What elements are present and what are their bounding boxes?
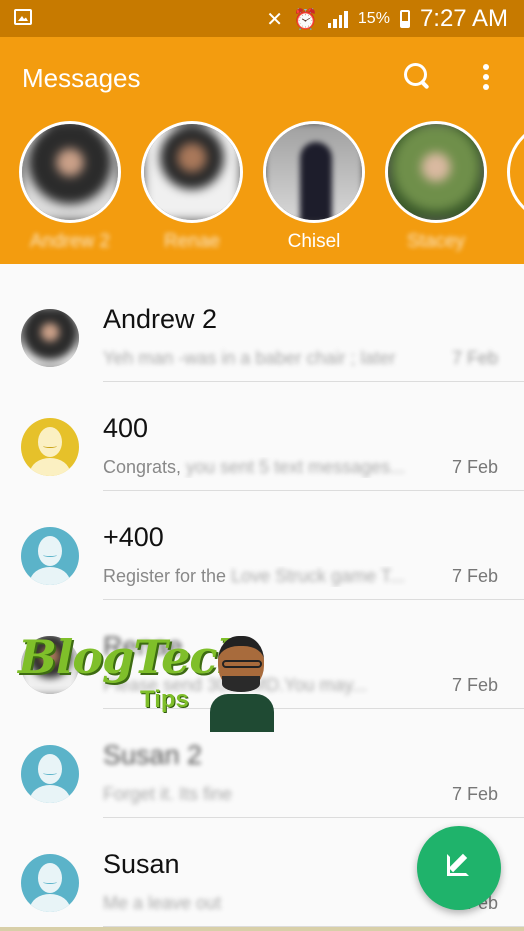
message-snippet: Forget it. Its fine bbox=[103, 784, 233, 804]
divider bbox=[103, 817, 524, 818]
avatar bbox=[21, 745, 79, 803]
divider bbox=[103, 490, 524, 491]
compose-button[interactable] bbox=[417, 826, 501, 910]
avatar bbox=[507, 121, 524, 223]
favorite-contact[interactable]: Chisel bbox=[262, 121, 366, 253]
divider bbox=[103, 599, 524, 600]
message-date: 7 Feb bbox=[451, 675, 498, 695]
more-vert-icon[interactable] bbox=[478, 61, 494, 93]
app-bar: Messages Andrew 2 Renae Chisel Stacey bbox=[0, 37, 524, 264]
contact-name: Susan bbox=[103, 849, 180, 879]
mascot-icon bbox=[208, 632, 276, 732]
avatar bbox=[21, 527, 79, 585]
battery-percent: 15% bbox=[357, 10, 390, 27]
avatar bbox=[21, 418, 79, 476]
contact-name: +400 bbox=[103, 522, 164, 552]
app-title: Messages bbox=[22, 63, 141, 93]
favorite-contact[interactable]: Stacey bbox=[384, 121, 488, 253]
favorite-name: Chisel bbox=[287, 231, 341, 252]
message-date: 7 Feb bbox=[451, 784, 498, 804]
avatar bbox=[263, 121, 365, 223]
message-snippet: Register for the Love Struck game T... bbox=[103, 566, 405, 586]
watermark-tips: Tips bbox=[140, 686, 189, 713]
avatar bbox=[21, 854, 79, 912]
divider bbox=[103, 381, 524, 382]
message-date: 7 Feb bbox=[451, 566, 498, 586]
clock: 7:27 AM bbox=[419, 5, 508, 32]
favorite-name: Andrew 2 bbox=[29, 231, 111, 252]
avatar bbox=[21, 309, 79, 367]
avatar bbox=[19, 121, 121, 223]
message-snippet: Yeh man -was in a baber chair ; later bbox=[103, 348, 396, 368]
contact-name: Andrew 2 bbox=[103, 304, 218, 334]
favorite-contacts: Andrew 2 Renae Chisel Stacey bbox=[0, 121, 524, 261]
list-item[interactable]: Andrew 2 Yeh man -was in a baber chair ;… bbox=[0, 274, 524, 382]
compose-icon bbox=[447, 854, 469, 876]
list-item[interactable]: +400 Register for the Love Struck game T… bbox=[0, 492, 524, 600]
contact-name: 400 bbox=[103, 413, 149, 443]
signal-icon bbox=[327, 10, 348, 28]
message-date: 7 Feb bbox=[451, 348, 498, 368]
message-snippet: Me a leave out bbox=[103, 893, 222, 913]
avatar bbox=[385, 121, 487, 223]
contact-name: Susan 2 bbox=[103, 740, 203, 770]
mute-vibrate-icon: ✕ bbox=[266, 8, 283, 31]
status-icons: ✕ ⏰ 15% 7:27 AM bbox=[266, 5, 508, 33]
favorite-name: Stacey bbox=[406, 231, 466, 252]
bottom-edge bbox=[0, 927, 524, 931]
message-date: 7 Feb bbox=[451, 457, 498, 477]
message-snippet: Congrats, you sent 5 text messages... bbox=[103, 457, 406, 477]
favorite-contact-partial[interactable] bbox=[506, 121, 524, 223]
avatar bbox=[141, 121, 243, 223]
alarm-icon: ⏰ bbox=[293, 8, 318, 31]
watermark-logo: BlogTech Tips bbox=[18, 630, 274, 740]
battery-icon bbox=[399, 10, 410, 28]
search-icon[interactable] bbox=[400, 59, 434, 93]
favorite-contact[interactable]: Andrew 2 bbox=[18, 121, 122, 253]
list-item[interactable]: 400 Congrats, you sent 5 text messages..… bbox=[0, 383, 524, 491]
favorite-contact[interactable]: Renae bbox=[140, 121, 244, 253]
gallery-icon bbox=[14, 9, 32, 25]
status-bar: ✕ ⏰ 15% 7:27 AM bbox=[0, 0, 524, 37]
favorite-name: Renae bbox=[164, 231, 220, 252]
